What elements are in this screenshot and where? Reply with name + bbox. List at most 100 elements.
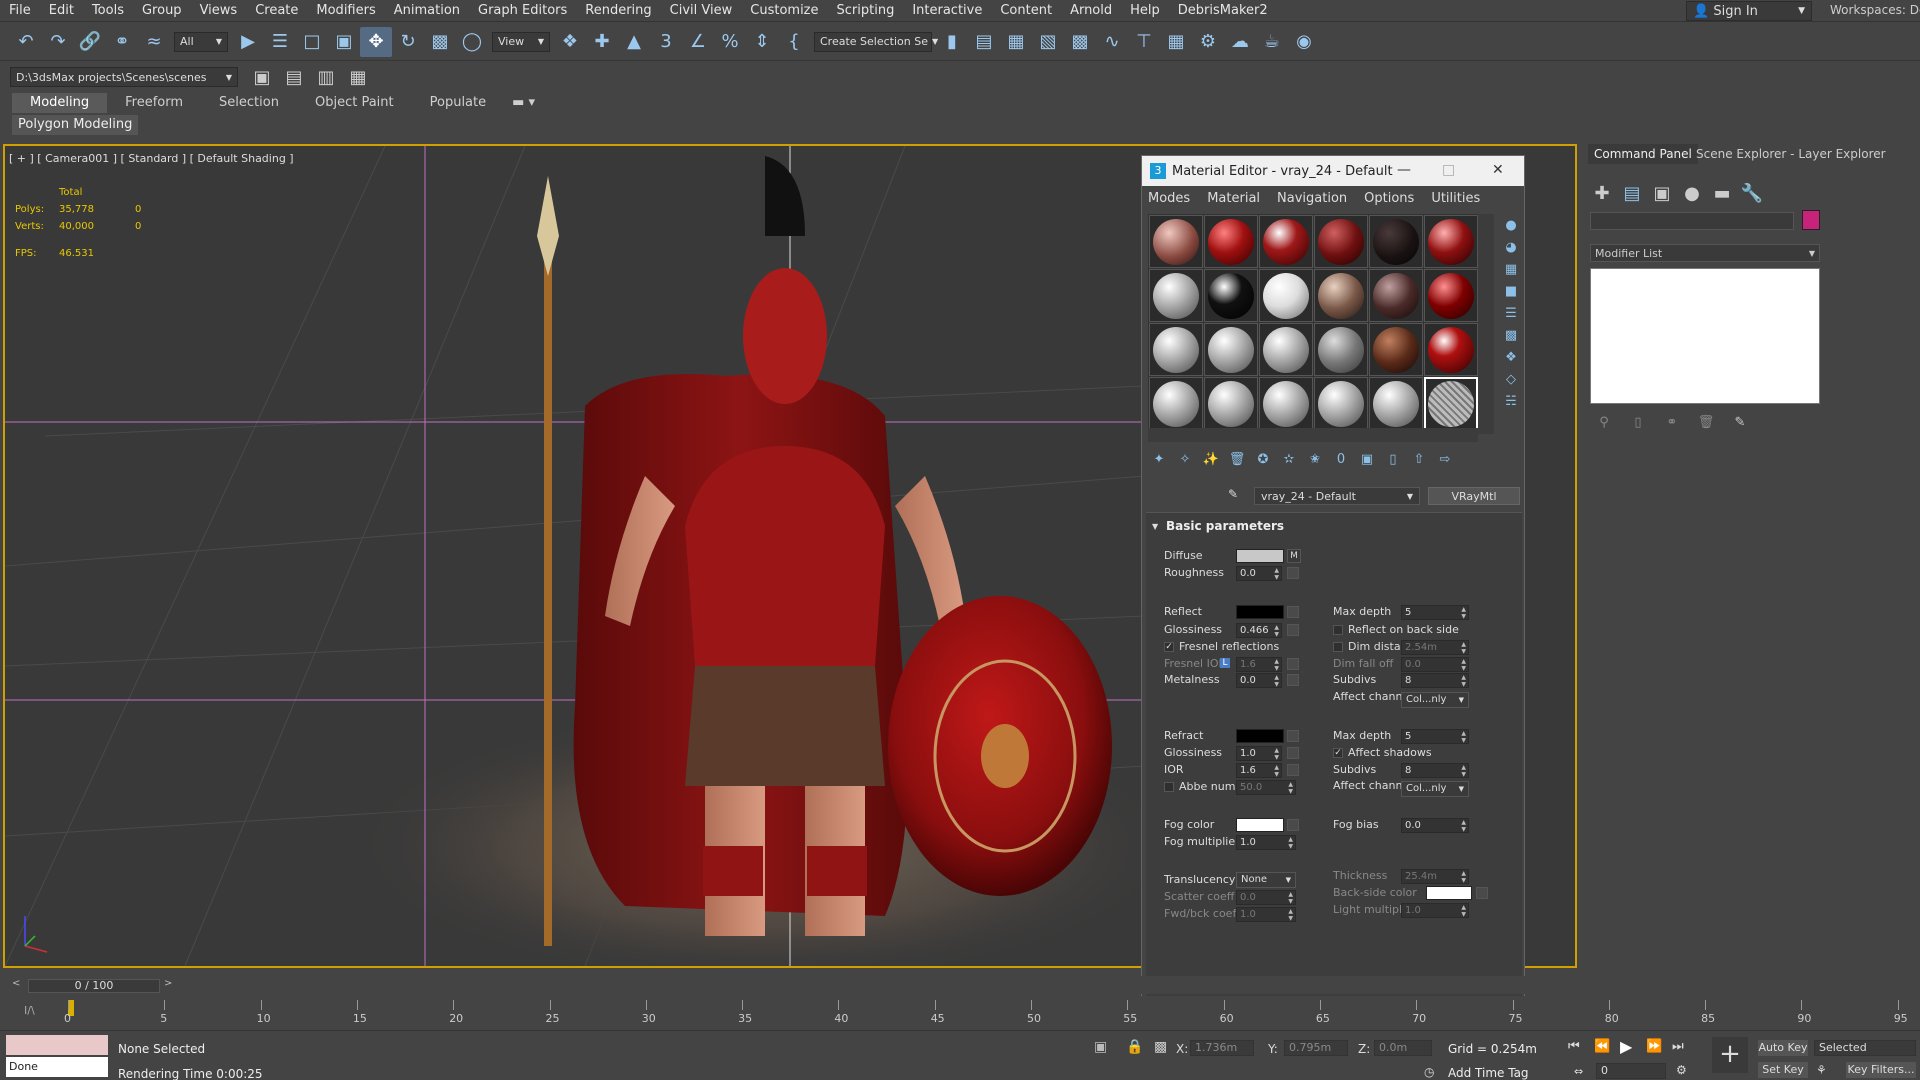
- reset-map-icon[interactable]: 🗑: [1224, 448, 1250, 470]
- material-slot[interactable]: [1259, 215, 1313, 268]
- dim-distance-checkbox[interactable]: [1333, 642, 1343, 652]
- fog-color-swatch[interactable]: [1236, 818, 1284, 832]
- refract-map-button[interactable]: [1287, 730, 1299, 742]
- named-selection-set-dropdown[interactable]: Create Selection Se ▼: [814, 31, 938, 52]
- minimize-icon[interactable]: —: [1397, 162, 1411, 178]
- backlight-icon[interactable]: ◕: [1498, 236, 1524, 258]
- back-side-map-button[interactable]: [1476, 887, 1488, 899]
- refract-color-swatch[interactable]: [1236, 729, 1284, 743]
- reflect-subdivs-spinner[interactable]: 8 ▲ ▼: [1401, 673, 1469, 688]
- material-slot[interactable]: [1424, 269, 1478, 322]
- fog-multiplier-spinner[interactable]: 1.0 ▲ ▼: [1236, 835, 1296, 850]
- z-coordinate-field[interactable]: 0.0m: [1374, 1040, 1432, 1056]
- thickness-spinner[interactable]: 25.4m ▲ ▼: [1401, 869, 1469, 884]
- ior-spinner[interactable]: 1.6 ▲ ▼: [1236, 763, 1282, 778]
- select-object-icon[interactable]: ▶: [232, 27, 264, 57]
- go-forward-sibling-icon[interactable]: ⇨: [1432, 448, 1458, 470]
- material-menu-navigation[interactable]: Navigation: [1277, 191, 1347, 206]
- open-project-icon[interactable]: ▤: [278, 62, 310, 92]
- material-menu-options[interactable]: Options: [1364, 191, 1414, 206]
- menu-modifiers[interactable]: Modifiers: [307, 3, 384, 18]
- add-time-tag-button[interactable]: Add Time Tag: [1448, 1066, 1529, 1080]
- material-slot[interactable]: [1369, 269, 1423, 322]
- ior-map-button[interactable]: [1287, 764, 1299, 776]
- material-slot[interactable]: [1149, 215, 1203, 268]
- material-slot[interactable]: [1259, 377, 1313, 430]
- configure-modifier-sets-icon[interactable]: ✎: [1726, 412, 1754, 432]
- redo-icon[interactable]: ↷: [42, 27, 74, 57]
- viewport-label[interactable]: [ + ] [ Camera001 ] [ Standard ] [ Defau…: [9, 152, 294, 165]
- material-slot[interactable]: [1149, 323, 1203, 376]
- refract-subdivs-spinner[interactable]: 8 ▲ ▼: [1401, 763, 1469, 778]
- object-name-field[interactable]: [1590, 212, 1794, 230]
- back-side-color-swatch[interactable]: [1426, 886, 1472, 900]
- tab-modeling[interactable]: Modeling: [12, 93, 108, 113]
- put-to-library-icon[interactable]: ✬: [1302, 448, 1328, 470]
- workspaces-label[interactable]: Workspaces: De: [1830, 3, 1920, 17]
- select-scale-icon[interactable]: ▩: [424, 27, 456, 57]
- prev-frame-icon[interactable]: <: [12, 978, 20, 989]
- current-frame-field[interactable]: 0: [1596, 1063, 1666, 1079]
- sample-uv-tiling-icon[interactable]: ■: [1498, 280, 1524, 302]
- menu-tools[interactable]: Tools: [83, 3, 133, 18]
- show-shaded-material-icon[interactable]: ▣: [1354, 448, 1380, 470]
- project-folder-icon[interactable]: ▣: [246, 62, 278, 92]
- menu-help[interactable]: Help: [1121, 3, 1169, 18]
- reflect-color-swatch[interactable]: [1236, 605, 1284, 619]
- menu-file[interactable]: File: [0, 3, 40, 18]
- material-slot[interactable]: [1204, 323, 1258, 376]
- tab-object-paint[interactable]: Object Paint: [297, 93, 412, 113]
- selection-filter-dropdown[interactable]: All ▼: [174, 31, 228, 52]
- material-slot[interactable]: [1369, 323, 1423, 376]
- tab-freeform[interactable]: Freeform: [107, 93, 201, 113]
- material-slot[interactable]: [1314, 377, 1368, 430]
- hierarchy-icon[interactable]: ▣: [1648, 178, 1676, 208]
- assign-to-selection-icon[interactable]: ✨: [1198, 448, 1224, 470]
- menu-rendering[interactable]: Rendering: [576, 3, 660, 18]
- qr-icon[interactable]: ◉: [1288, 27, 1320, 57]
- reflect-max-depth-spinner[interactable]: 5 ▲ ▼: [1401, 605, 1469, 620]
- window-crossing-icon[interactable]: ▣: [328, 27, 360, 57]
- fwd-bck-coeff-spinner[interactable]: 1.0 ▲ ▼: [1236, 907, 1296, 922]
- menu-views[interactable]: Views: [191, 3, 247, 18]
- select-place-icon[interactable]: ◯: [456, 27, 488, 57]
- unlink-icon[interactable]: ⚭: [106, 27, 138, 57]
- make-unique-icon[interactable]: ✫: [1276, 448, 1302, 470]
- render-production-icon[interactable]: ☕: [1256, 27, 1288, 57]
- reference-coordinate-dropdown[interactable]: View ▼: [492, 31, 550, 52]
- material-slot[interactable]: [1314, 215, 1368, 268]
- roughness-map-button[interactable]: [1287, 567, 1299, 579]
- menu-graph-editors[interactable]: Graph Editors: [469, 3, 576, 18]
- pivot-center-icon[interactable]: ❖: [554, 27, 586, 57]
- material-slot[interactable]: [1424, 323, 1478, 376]
- x-coordinate-field[interactable]: 1.736m: [1190, 1040, 1254, 1056]
- rollout-title[interactable]: Basic parameters: [1166, 519, 1284, 533]
- bind-spacewarp-icon[interactable]: ≈: [138, 27, 170, 57]
- menu-arnold[interactable]: Arnold: [1061, 3, 1121, 18]
- slots-horizontal-scrollbar[interactable]: [1148, 428, 1478, 442]
- pin-stack-icon[interactable]: ⚲: [1590, 412, 1618, 432]
- undo-icon[interactable]: ↶: [10, 27, 42, 57]
- translucency-dropdown[interactable]: None ▼: [1236, 872, 1296, 888]
- material-slot[interactable]: [1369, 215, 1423, 268]
- sample-type-icon[interactable]: ●: [1498, 214, 1524, 236]
- tab-populate[interactable]: Populate: [412, 93, 505, 113]
- fog-bias-spinner[interactable]: 0.0 ▲ ▼: [1401, 818, 1469, 833]
- make-material-copy-icon[interactable]: ✪: [1250, 448, 1276, 470]
- material-slot[interactable]: [1424, 215, 1478, 268]
- dim-falloff-spinner[interactable]: 0.0 ▲ ▼: [1401, 657, 1469, 672]
- edit-named-selection-icon[interactable]: {: [778, 27, 810, 57]
- diffuse-color-swatch[interactable]: [1236, 549, 1284, 563]
- selection-set-dropdown[interactable]: Selected: [1814, 1040, 1916, 1056]
- material-editor-titlebar[interactable]: 3 Material Editor - vray_24 - Default — …: [1142, 156, 1524, 186]
- material-map-navigator-icon[interactable]: ☵: [1498, 390, 1524, 412]
- material-type-button[interactable]: VRayMtl: [1428, 487, 1520, 505]
- project-path-dropdown[interactable]: D:\3dsMax projects\Scenes\scenes ▼: [10, 67, 238, 87]
- material-editor-icon[interactable]: ▦: [1160, 27, 1192, 57]
- set-keys-icon[interactable]: +: [1712, 1037, 1748, 1073]
- fresnel-ior-map-button[interactable]: [1287, 658, 1299, 670]
- create-project-icon[interactable]: ▥: [310, 62, 342, 92]
- maximize-icon[interactable]: □: [1442, 162, 1455, 178]
- select-by-material-icon[interactable]: ◇: [1498, 368, 1524, 390]
- tab-scene-explorer[interactable]: Scene Explorer - Layer Explorer: [1690, 144, 1892, 164]
